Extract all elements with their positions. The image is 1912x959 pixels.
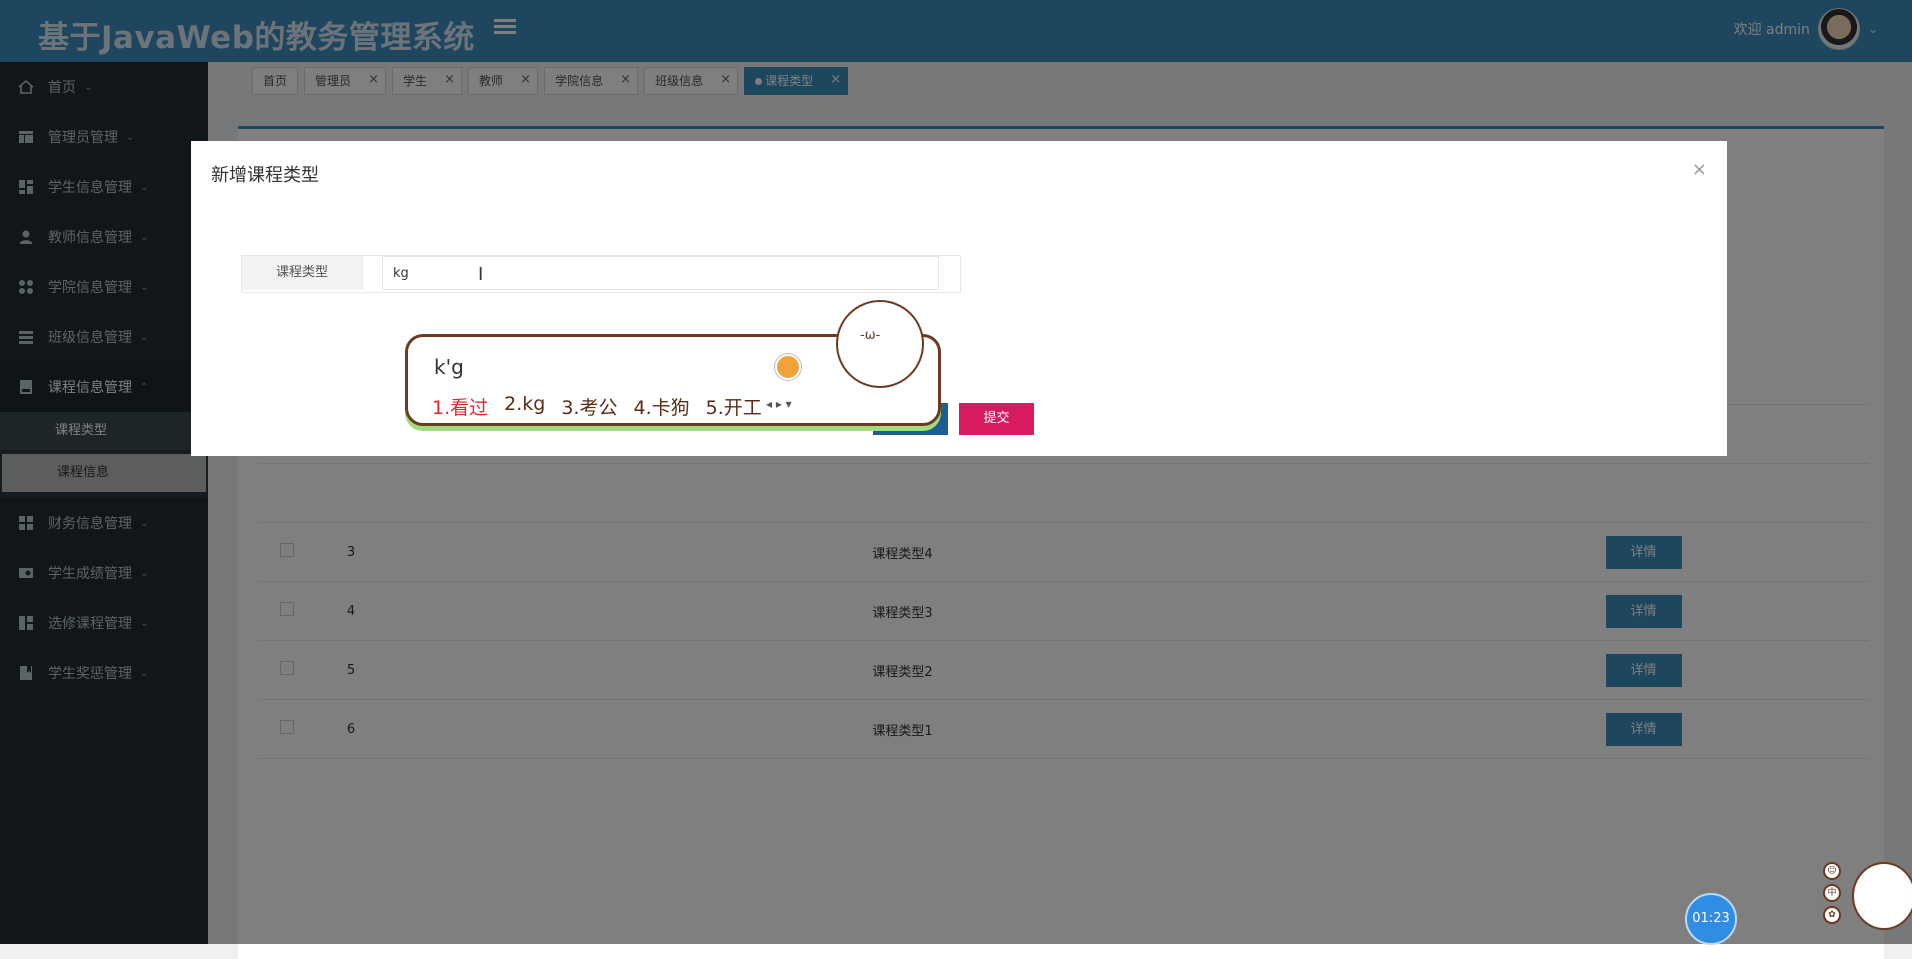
emoji-icon[interactable]: ☺: [1823, 862, 1841, 880]
ime-page-arrows-icon[interactable]: ◂ ▸ ▾: [766, 397, 792, 411]
text-cursor-icon: I: [478, 264, 484, 285]
chinese-mode-icon[interactable]: 中: [1823, 884, 1841, 902]
ime-candidate[interactable]: 3.考公: [561, 393, 617, 420]
recording-timer[interactable]: 01:23: [1685, 893, 1737, 945]
ime-composition: k'g: [434, 355, 464, 379]
ime-toolbar: ☺ 中 ✿: [1823, 862, 1841, 924]
ime-mascot-floating-icon[interactable]: [1852, 862, 1912, 930]
ime-candidate[interactable]: 4.卡狗: [633, 393, 689, 420]
ime-candidates: 1.看过 2.kg 3.考公 4.卡狗 5.开工: [432, 393, 762, 420]
course-type-field-row: 课程类型: [241, 255, 961, 293]
ime-candidate[interactable]: 2.kg: [504, 393, 545, 420]
course-type-input[interactable]: [382, 256, 939, 290]
course-type-label: 课程类型: [242, 256, 363, 290]
skin-icon[interactable]: ✿: [1823, 906, 1841, 924]
submit-button[interactable]: 提交: [959, 403, 1034, 435]
ime-mascot-icon: -ω-: [836, 300, 924, 388]
close-icon[interactable]: ×: [1692, 159, 1707, 180]
dialog-title: 新增课程类型: [211, 165, 319, 186]
ime-candidate[interactable]: 5.开工: [706, 393, 762, 420]
ime-logo-icon: [775, 354, 801, 380]
ime-candidate[interactable]: 1.看过: [432, 393, 488, 420]
